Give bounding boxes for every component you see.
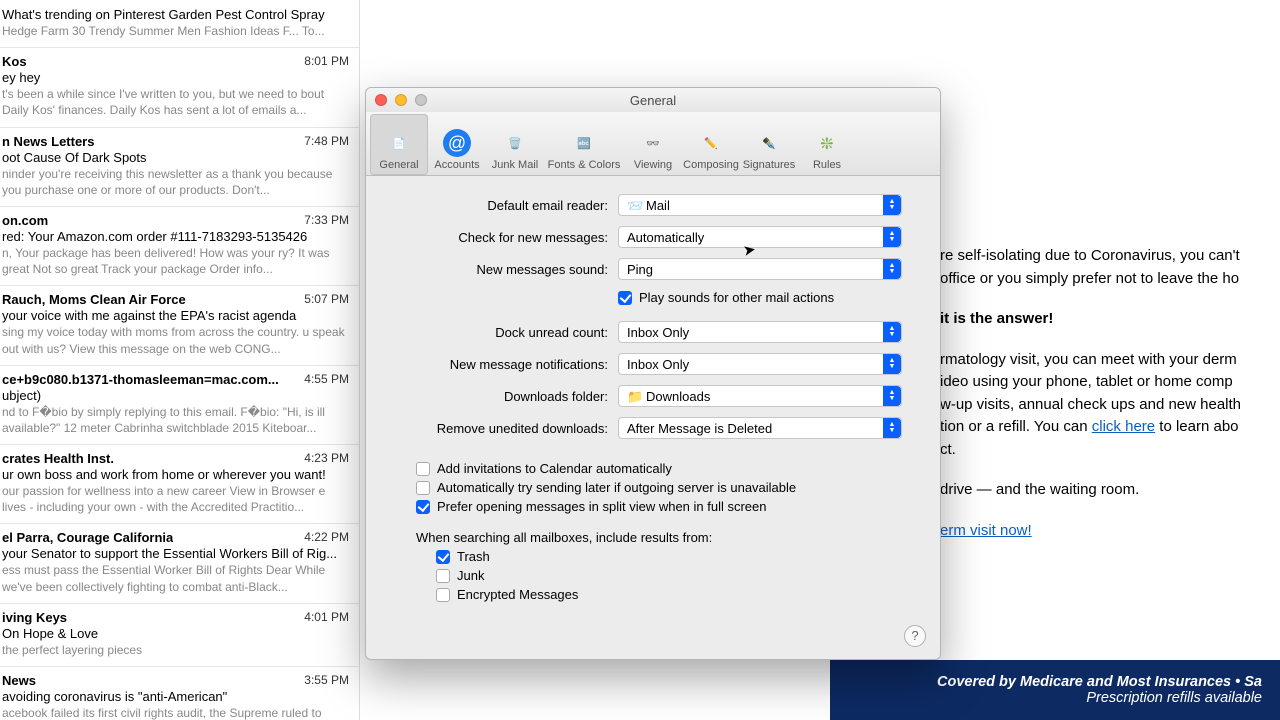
titlebar[interactable]: General — [366, 88, 940, 112]
label-remove: Remove unedited downloads: — [378, 421, 618, 436]
retry-send-checkbox[interactable] — [416, 481, 430, 495]
mail-item[interactable]: What's trending on Pinterest Garden Pest… — [0, 0, 359, 48]
rules-icon: ❇️ — [812, 129, 842, 157]
tab-composing[interactable]: ✏️Composing — [682, 114, 740, 175]
play-sounds-checkbox[interactable] — [618, 291, 632, 305]
tab-signatures[interactable]: ✒️Signatures — [740, 114, 798, 175]
tab-junk-mail[interactable]: 🗑️Junk Mail — [486, 114, 544, 175]
close-icon[interactable] — [375, 94, 387, 106]
notifications-select[interactable]: Inbox Only▲▼ — [618, 353, 902, 375]
search-trash-checkbox[interactable] — [436, 550, 450, 564]
signatures-icon: ✒️ — [754, 129, 784, 157]
mail-item[interactable]: ce+b9c080.b1371-thomasleeman=mac.com...4… — [0, 366, 359, 445]
tab-rules[interactable]: ❇️Rules — [798, 114, 856, 175]
mail-item[interactable]: iving Keys4:01 PM On Hope & Lovethe perf… — [0, 604, 359, 667]
label-default-reader: Default email reader: — [378, 198, 618, 213]
tab-fonts-colors[interactable]: 🔤Fonts & Colors — [544, 114, 624, 175]
mail-item[interactable]: Rauch, Moms Clean Air Force5:07 PM your … — [0, 286, 359, 365]
tab-accounts[interactable]: @Accounts — [428, 114, 486, 175]
footer-bar: Covered by Medicare and Most Insurances … — [830, 660, 1280, 720]
cta-link[interactable]: erm visit now! — [940, 522, 1032, 539]
accounts-icon: @ — [442, 129, 472, 157]
composing-icon: ✏️ — [696, 129, 726, 157]
junk-mail-icon: 🗑️ — [500, 129, 530, 157]
general-icon: 📄 — [384, 129, 414, 157]
label-notif: New message notifications: — [378, 357, 618, 372]
search-section-label: When searching all mailboxes, include re… — [416, 530, 902, 545]
mail-item[interactable]: Kos8:01 PM ey heyt's been a while since … — [0, 48, 359, 127]
mail-item[interactable]: News3:55 PM avoiding coronavirus is "ant… — [0, 667, 359, 720]
minimize-icon[interactable] — [395, 94, 407, 106]
click-here-link[interactable]: click here — [1092, 418, 1155, 435]
tab-general[interactable]: 📄General — [370, 114, 428, 175]
pref-toolbar: 📄General@Accounts🗑️Junk Mail🔤Fonts & Col… — [366, 112, 940, 176]
help-button[interactable]: ? — [904, 625, 926, 647]
invitations-checkbox[interactable] — [416, 462, 430, 476]
default-reader-select[interactable]: 📨Mail▲▼ — [618, 194, 902, 216]
label-sound: New messages sound: — [378, 262, 618, 277]
search-junk-checkbox[interactable] — [436, 569, 450, 583]
preferences-window: General 📄General@Accounts🗑️Junk Mail🔤Fon… — [365, 87, 941, 660]
folder-icon: 📁 — [627, 389, 641, 403]
sound-select[interactable]: Ping▲▼ — [618, 258, 902, 280]
dock-count-select[interactable]: Inbox Only▲▼ — [618, 321, 902, 343]
mail-item[interactable]: el Parra, Courage California4:22 PM your… — [0, 524, 359, 603]
remove-downloads-select[interactable]: After Message is Deleted▲▼ — [618, 417, 902, 439]
label-downloads: Downloads folder: — [378, 389, 618, 404]
downloads-select[interactable]: 📁Downloads▲▼ — [618, 385, 902, 407]
split-view-checkbox[interactable] — [416, 500, 430, 514]
zoom-icon[interactable] — [415, 94, 427, 106]
label-dock: Dock unread count: — [378, 325, 618, 340]
label-check-messages: Check for new messages: — [378, 230, 618, 245]
mail-item[interactable]: n News Letters7:48 PM oot Cause Of Dark … — [0, 128, 359, 207]
viewing-icon: 👓 — [638, 129, 668, 157]
mail-item[interactable]: crates Health Inst.4:23 PM ur own boss a… — [0, 445, 359, 524]
check-messages-select[interactable]: Automatically▲▼ — [618, 226, 902, 248]
mail-item[interactable]: on.com7:33 PM red: Your Amazon.com order… — [0, 207, 359, 286]
fonts-colors-icon: 🔤 — [569, 129, 599, 157]
message-list[interactable]: What's trending on Pinterest Garden Pest… — [0, 0, 360, 720]
search-encrypted-checkbox[interactable] — [436, 588, 450, 602]
mail-app-icon: 📨 — [627, 198, 641, 212]
window-title: General — [630, 93, 676, 108]
tab-viewing[interactable]: 👓Viewing — [624, 114, 682, 175]
